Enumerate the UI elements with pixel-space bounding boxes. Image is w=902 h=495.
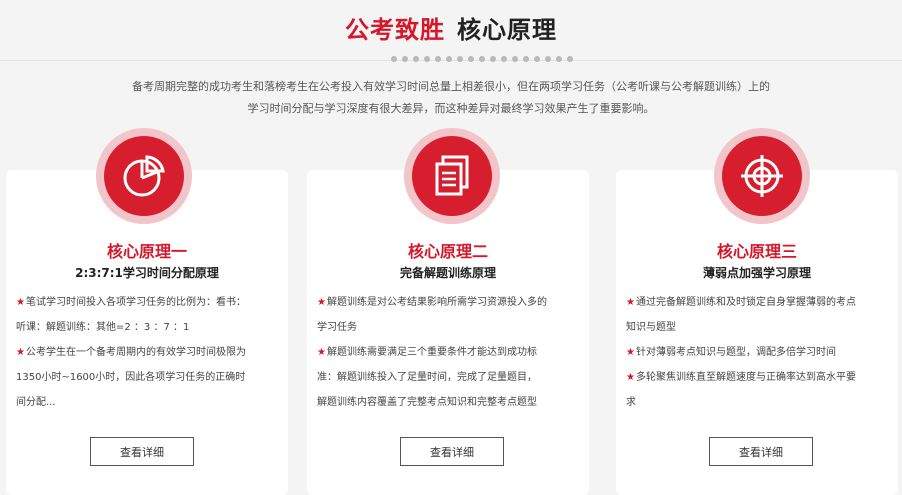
list-item: 求 (626, 397, 636, 408)
title-main: 核心原理 (457, 16, 557, 44)
view-details-button[interactable]: 查看详细 (90, 437, 194, 466)
card-list: ★通过完备解题训练和及时锁定自身掌握薄弱的考点 知识与题型 ★针对薄弱考点知识与… (626, 290, 892, 415)
list-item: ★笔试学习时间投入各项学习任务的比例为：看书： (16, 297, 246, 308)
list-item: 知识与题型 (626, 322, 676, 333)
star-icon: ★ (317, 347, 326, 358)
card-list: ★笔试学习时间投入各项学习任务的比例为：看书： 听课：解题训练：其他=2 ：3 … (16, 290, 282, 415)
intro-line: 学习时间分配与学习深度有很大差异，而这种差异对最终学习效果产生了重要影响。 (247, 102, 655, 115)
card-subtitle: 完备解题训练原理 (399, 266, 496, 280)
card-list: ★解题训练是对公考结果影响所需学习资源投入多的 学习任务 ★解题训练需要满足三个… (317, 290, 583, 415)
title-highlight: 公考致胜 (345, 16, 445, 44)
list-item: ★多轮聚焦训练直至解题速度与正确率达到高水平要 (626, 372, 856, 383)
star-icon: ★ (317, 297, 326, 308)
card-title: 核心原理一 (106, 242, 187, 261)
dots-decoration (391, 56, 573, 64)
list-item: 学习任务 (317, 322, 357, 333)
star-icon: ★ (16, 347, 25, 358)
pie-chart-icon (96, 128, 192, 224)
intro-line: 备考周期完整的成功考生和落榜考生在公考投入有效学习时间总量上相差很小，但在两项学… (132, 80, 770, 93)
list-item: ★针对薄弱考点知识与题型，调配多倍学习时间 (626, 347, 836, 358)
list-item: ★解题训练需要满足三个重要条件才能达到成功标 (317, 347, 537, 358)
section-header: 公考致胜 核心原理 (0, 0, 902, 62)
section-title: 公考致胜 核心原理 (0, 10, 902, 45)
view-details-button[interactable]: 查看详细 (709, 437, 813, 466)
view-details-button[interactable]: 查看详细 (400, 437, 504, 466)
list-item: 听课：解题训练：其他=2 ：3 ：7 ：1 (16, 322, 190, 333)
list-item: 1350小时~1600小时，因此各项学习任务的正确时 (16, 372, 246, 383)
documents-icon (404, 128, 500, 224)
card-title: 核心原理二 (407, 242, 488, 261)
star-icon: ★ (626, 297, 635, 308)
star-icon: ★ (16, 297, 25, 308)
card-subtitle: 2:3:7:1学习时间分配原理 (75, 266, 219, 280)
intro-text: 备考周期完整的成功考生和落榜考生在公考投入有效学习时间总量上相差很小，但在两项学… (120, 76, 782, 120)
list-item: ★公考学生在一个备考周期内的有效学习时间极限为 (16, 347, 246, 358)
card-subtitle: 薄弱点加强学习原理 (702, 266, 811, 280)
list-item: ★通过完备解题训练和及时锁定自身掌握薄弱的考点 (626, 297, 856, 308)
list-item: 间分配... (16, 397, 56, 408)
card-title: 核心原理三 (716, 242, 797, 261)
star-icon: ★ (626, 347, 635, 358)
list-item: 准：解题训练投入了足量时间，完成了足量题目， (317, 372, 537, 383)
star-icon: ★ (626, 372, 635, 383)
list-item: 解题训练内容覆盖了完整考点知识和完整考点题型 (317, 397, 537, 408)
list-item: ★解题训练是对公考结果影响所需学习资源投入多的 (317, 297, 547, 308)
target-icon (714, 128, 810, 224)
